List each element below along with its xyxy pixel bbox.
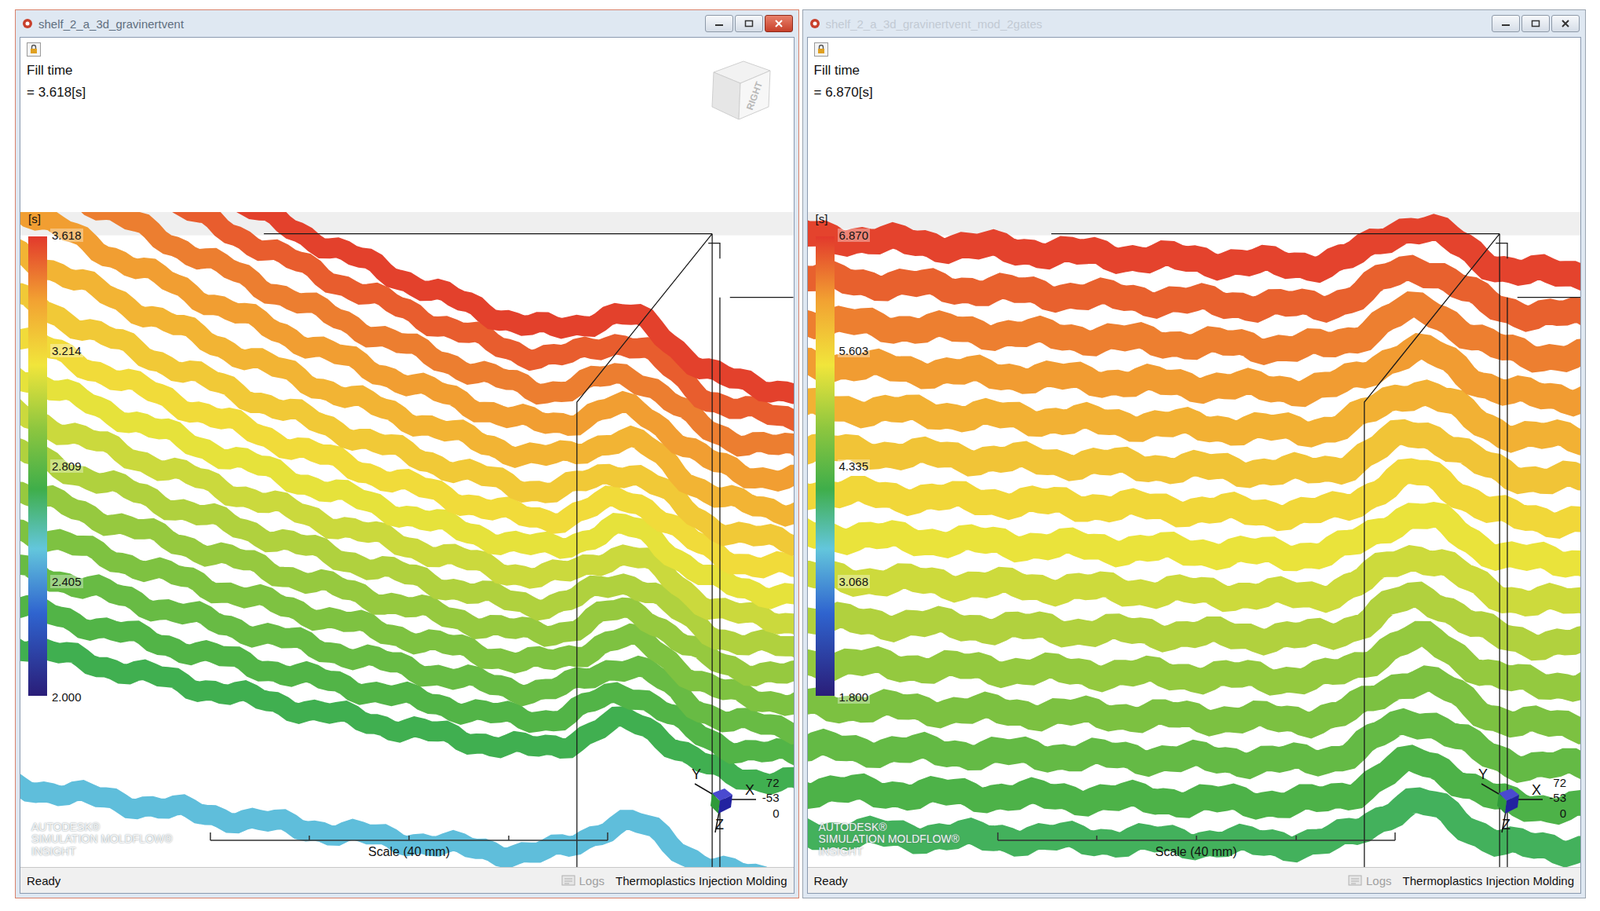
svg-text:Y: Y <box>1478 766 1488 782</box>
legend-unit: [s] <box>815 211 871 226</box>
close-icon <box>1560 19 1571 28</box>
color-legend: [s] 6.870 5.603 4.335 3.068 1.800 <box>815 211 871 704</box>
logs-icon <box>1347 873 1363 887</box>
status-text: Ready <box>814 873 848 888</box>
svg-text:X: X <box>745 781 755 798</box>
close-button[interactable] <box>1551 14 1580 33</box>
contour-band <box>807 471 1582 526</box>
svg-text:RIGHT: RIGHT <box>744 79 765 111</box>
minimize-icon <box>714 19 724 28</box>
maximize-icon <box>744 19 754 28</box>
contour-band <box>20 211 794 424</box>
legend-tick: 2.000 <box>50 690 84 704</box>
svg-text:Z: Z <box>1501 816 1511 833</box>
window-controls <box>1491 14 1580 33</box>
result-header: Fill time = 6.870[s] <box>807 37 1582 212</box>
logs-button[interactable]: Logs <box>1347 873 1392 888</box>
result-name: Fill time <box>26 62 788 79</box>
window-title: shelf_2_a_3d_gravinertvent_mod_2gates <box>825 17 1488 31</box>
contour-band <box>20 211 794 449</box>
analysis-mode: Thermoplastics Injection Molding <box>1402 873 1575 888</box>
legend-tick: 3.618 <box>50 228 84 242</box>
legend-tick: 2.809 <box>50 459 84 473</box>
title-bar[interactable]: shelf_2_a_3d_gravinertvent_mod_2gates <box>807 10 1582 37</box>
maximize-icon <box>1530 19 1541 28</box>
plot-area[interactable]: [s] 6.870 5.603 4.335 3.068 1.800 AUTODESK®SIM… <box>807 211 1582 867</box>
contour-band <box>20 211 794 394</box>
svg-text:X: X <box>1531 781 1542 798</box>
moldflow-logo: AUTODESK®SIMULATION MOLDFLOW®INSIGHT <box>818 821 961 858</box>
part-outline <box>263 233 793 867</box>
result-value: = 3.618[s] <box>26 84 788 101</box>
legend-tick: 3.068 <box>837 574 871 589</box>
analysis-mode: Thermoplastics Injection Molding <box>615 873 787 888</box>
maximize-button[interactable] <box>1521 14 1550 33</box>
result-header: Fill time = 3.618[s]RIGHT <box>20 37 794 212</box>
contour-band <box>807 304 1582 360</box>
contour-band <box>807 267 1582 319</box>
window-controls <box>705 14 793 33</box>
view-cube[interactable]: RIGHT <box>702 54 779 126</box>
legend-tick: 2.405 <box>50 574 84 589</box>
contour-band <box>20 780 794 867</box>
part-outline <box>1051 233 1581 867</box>
svg-text:Z: Z <box>715 816 724 833</box>
moldflow-logo: AUTODESK®SIMULATION MOLDFLOW®INSIGHT <box>31 821 173 858</box>
axis-triad-icon: Y X Z <box>1470 759 1546 836</box>
axis-triad: Y X Z 72-530 <box>683 759 780 836</box>
lock-icon[interactable] <box>814 42 829 57</box>
result-name: Fill time <box>814 62 1575 79</box>
close-button[interactable] <box>764 14 793 33</box>
window-body: Fill time = 3.618[s]RIGHT [s] 3.618 3.214 2.8… <box>19 36 795 894</box>
lock-icon[interactable] <box>26 42 41 57</box>
status-bar: Ready Logs Thermoplastics Injection Moldin… <box>807 866 1582 893</box>
legend-bar <box>28 236 48 696</box>
legend-unit: [s] <box>28 211 84 226</box>
legend-tick: 3.214 <box>50 343 84 358</box>
title-bar[interactable]: shelf_2_a_3d_gravinertvent <box>19 10 795 37</box>
contour-band <box>807 431 1582 482</box>
close-icon <box>774 19 784 28</box>
app-icon <box>808 17 822 30</box>
scale-line <box>996 830 1397 842</box>
logs-button[interactable]: Logs <box>561 873 606 888</box>
view-readout: 72-530 <box>762 774 780 822</box>
legend-tick: 4.335 <box>837 459 871 473</box>
desktop: shelf_2_a_3d_gravinertvent Fill time = 3.6… <box>0 0 1600 911</box>
contour-band <box>807 226 1582 281</box>
minimize-button[interactable] <box>1491 14 1520 33</box>
axis-triad: Y X Z 72-530 <box>1470 759 1567 836</box>
minimize-button[interactable] <box>705 14 734 33</box>
legend-bar <box>815 236 835 696</box>
scale-label: Scale (40 mm) <box>1154 844 1237 859</box>
result-window[interactable]: shelf_2_a_3d_gravinertvent_mod_2gates Fil… <box>802 9 1587 899</box>
status-text: Ready <box>26 873 61 888</box>
window-title: shelf_2_a_3d_gravinertvent <box>38 17 701 31</box>
fill-time-plot[interactable] <box>807 211 1582 867</box>
logs-icon <box>561 873 576 887</box>
color-legend: [s] 3.618 3.214 2.809 2.405 2.000 <box>28 211 84 704</box>
result-value: = 6.870[s] <box>814 84 1575 101</box>
view-readout: 72-530 <box>1548 774 1567 822</box>
scale-bar: Scale (40 mm) <box>208 830 610 859</box>
status-bar: Ready Logs Thermoplastics Injection Moldin… <box>20 866 794 893</box>
legend-tick: 6.870 <box>837 228 871 242</box>
legend-tick: 5.603 <box>837 343 871 358</box>
minimize-icon <box>1501 19 1511 28</box>
window-body: Fill time = 6.870[s] [s] 6.870 5.603 4.335 3.0… <box>807 36 1582 894</box>
result-window[interactable]: shelf_2_a_3d_gravinertvent Fill time = 3.6… <box>14 9 800 899</box>
scale-bar: Scale (40 mm) <box>996 830 1397 859</box>
maximize-button[interactable] <box>734 14 764 33</box>
app-icon <box>21 17 34 30</box>
plot-area[interactable]: [s] 3.618 3.214 2.809 2.405 2.000 AUTODESK®SIM… <box>20 211 794 867</box>
svg-text:Y: Y <box>691 766 702 782</box>
legend-tick: 1.800 <box>837 690 871 704</box>
axis-triad-icon: Y X Z <box>683 759 760 836</box>
scale-label: Scale (40 mm) <box>368 844 450 859</box>
scale-line <box>208 830 610 842</box>
fill-time-plot[interactable] <box>20 211 794 867</box>
